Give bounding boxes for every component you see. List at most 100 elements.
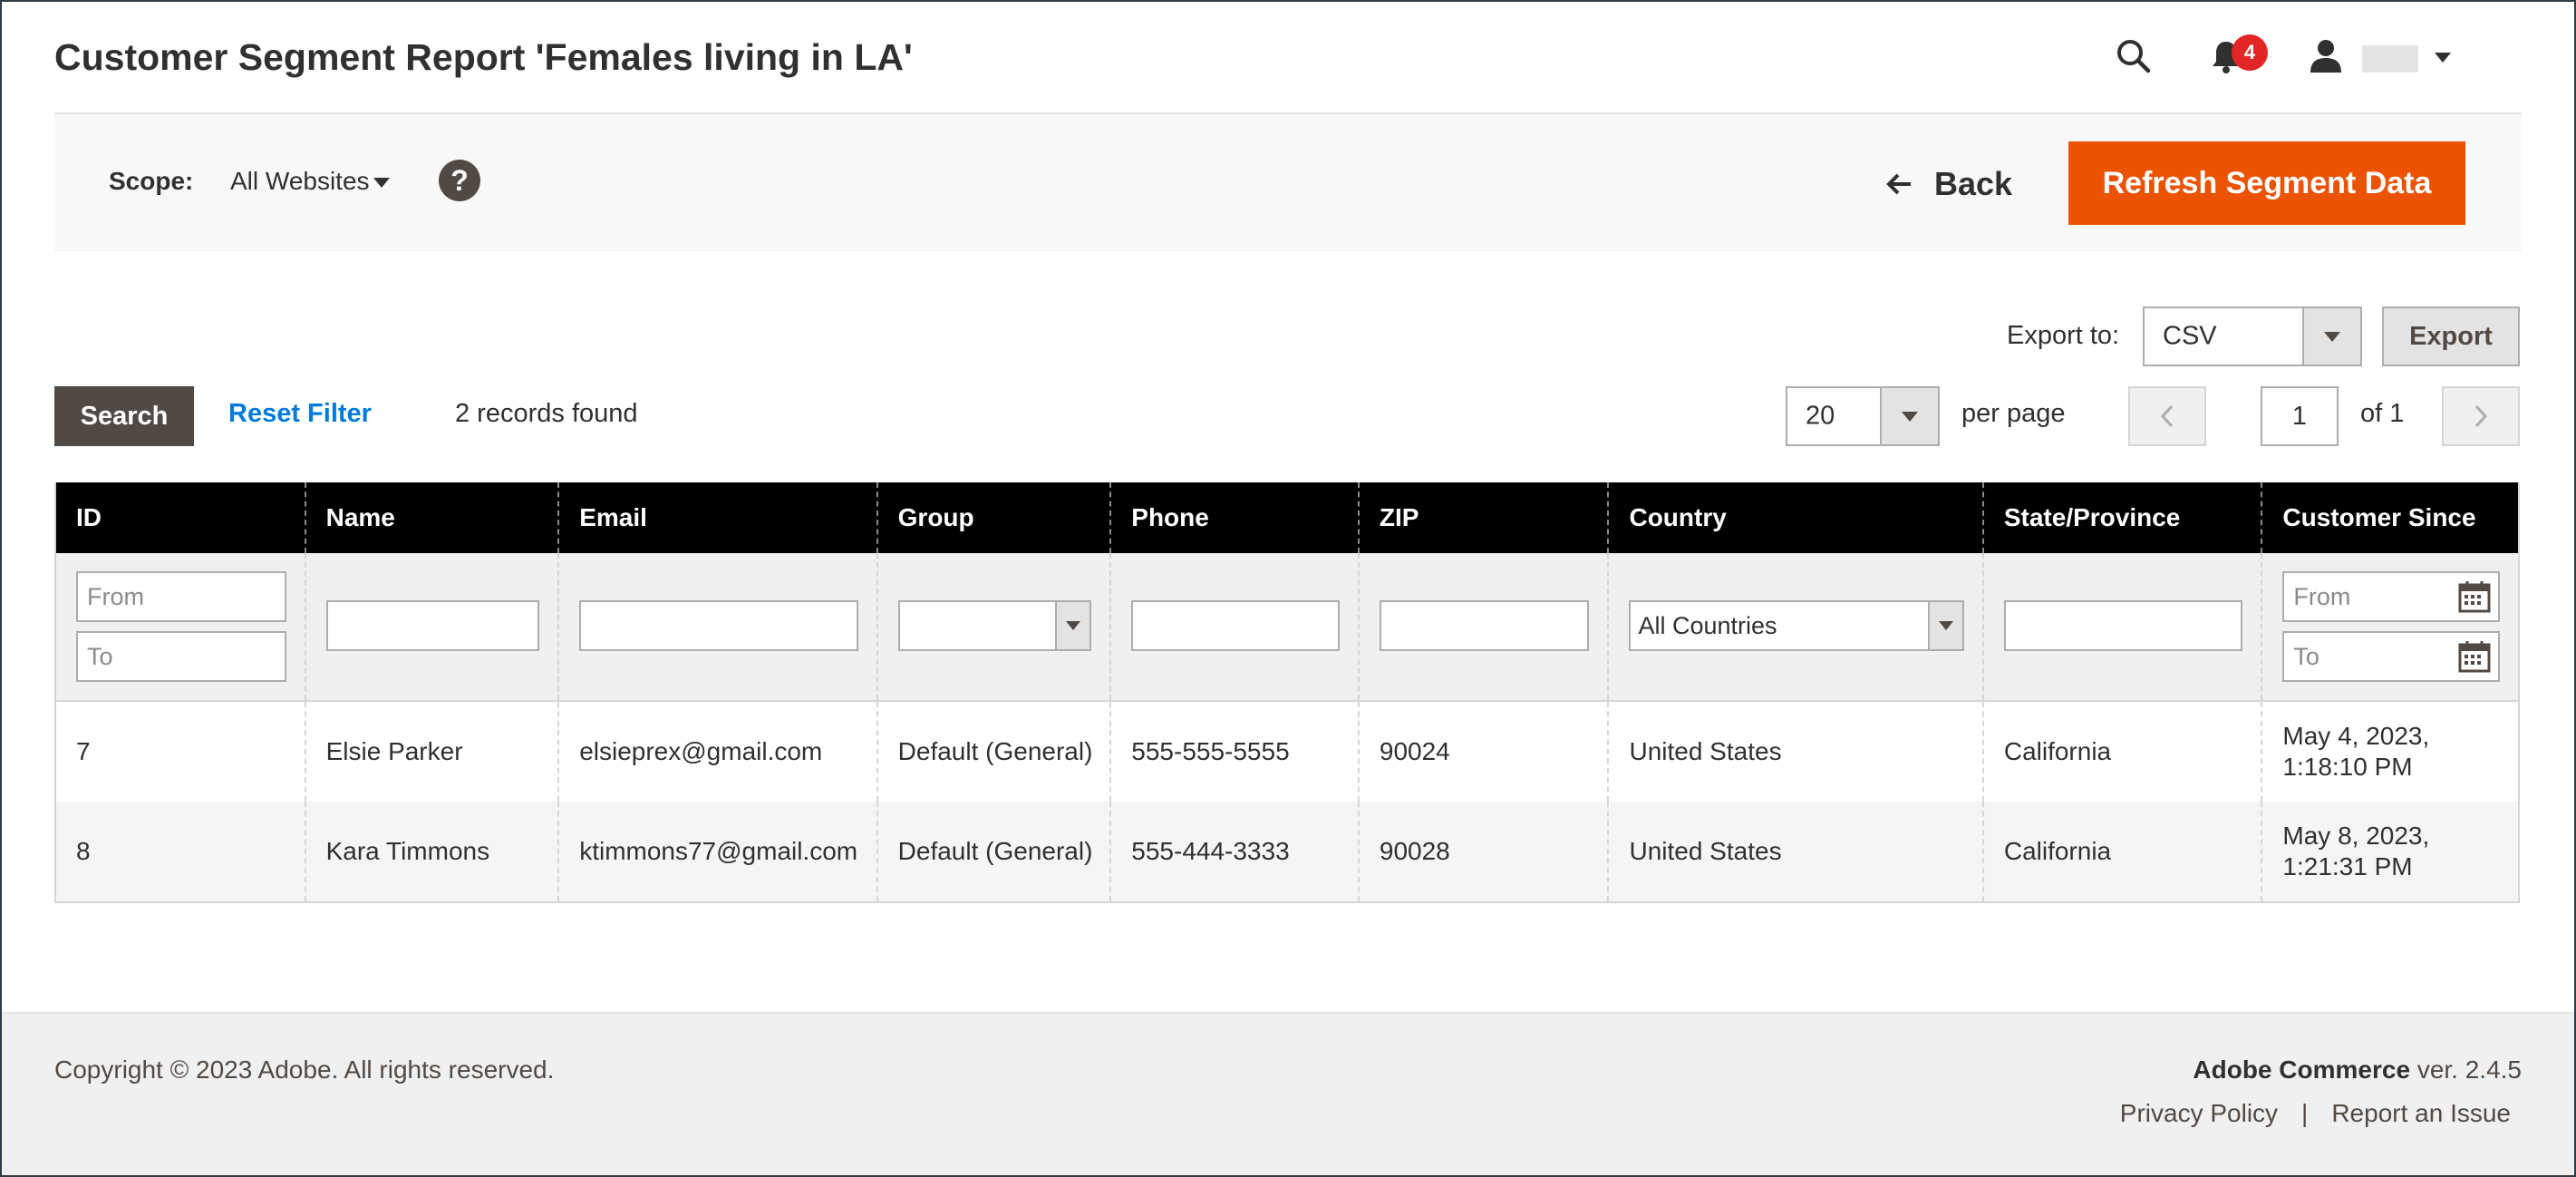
- per-page-select[interactable]: 20: [1786, 386, 1940, 446]
- cell-phone: 555-444-3333: [1109, 802, 1358, 901]
- table-row[interactable]: 8 Kara Timmons ktimmons77@gmail.com Defa…: [56, 802, 2518, 901]
- calendar-icon[interactable]: [2456, 638, 2493, 675]
- filter-cell-id: From To: [56, 553, 305, 700]
- column-header-country[interactable]: Country: [1607, 482, 1981, 553]
- cell-country: United States: [1607, 702, 1981, 802]
- since-time: 1:18:10 PM: [2282, 753, 2413, 781]
- cell-name: Elsie Parker: [304, 702, 558, 802]
- filter-cell-country: All Countries: [1607, 553, 1981, 700]
- column-header-zip[interactable]: ZIP: [1357, 482, 1608, 553]
- cell-phone: 555-555-5555: [1109, 702, 1358, 802]
- phone-filter-input[interactable]: [1131, 600, 1340, 651]
- column-header-state[interactable]: State/Province: [1981, 482, 2261, 553]
- chevron-down-icon[interactable]: [1055, 602, 1090, 649]
- privacy-policy-link[interactable]: Privacy Policy: [2120, 1099, 2278, 1128]
- since-to-input[interactable]: To: [2282, 631, 2500, 682]
- records-found-count: 2 records found: [455, 399, 638, 428]
- chevron-right-icon: [2474, 404, 2488, 428]
- user-icon[interactable]: [2304, 34, 2348, 78]
- filter-cell-phone: [1109, 553, 1358, 700]
- state-filter-input[interactable]: [2003, 600, 2243, 651]
- column-header-group[interactable]: Group: [876, 482, 1110, 553]
- refresh-segment-data-button[interactable]: Refresh Segment Data: [2068, 141, 2465, 225]
- since-date: May 4, 2023,: [2282, 722, 2430, 750]
- column-header-id[interactable]: ID: [56, 482, 305, 553]
- previous-page-button[interactable]: [2128, 386, 2206, 446]
- since-from-placeholder: From: [2293, 583, 2351, 610]
- filter-cell-email: [557, 553, 876, 700]
- cell-email: ktimmons77@gmail.com: [557, 802, 876, 901]
- scope-label: Scope:: [109, 167, 194, 195]
- reset-filter-link[interactable]: Reset Filter: [228, 399, 372, 429]
- since-time: 1:21:31 PM: [2282, 852, 2413, 880]
- name-filter-input[interactable]: [325, 600, 540, 651]
- filter-cell-zip: [1357, 553, 1608, 700]
- chevron-down-icon[interactable]: [2435, 53, 2451, 63]
- version-info: Adobe Commerce ver. 2.4.5: [2193, 1055, 2522, 1085]
- cell-id: 8: [76, 837, 91, 865]
- search-icon[interactable]: [2112, 34, 2155, 78]
- column-header-customer-since[interactable]: Customer Since: [2261, 482, 2518, 553]
- page-footer: Copyright © 2023 Adobe. All rights reser…: [2, 1012, 2574, 1175]
- footer-separator: |: [2301, 1099, 2309, 1127]
- help-icon[interactable]: ?: [439, 160, 480, 201]
- table-row[interactable]: 7 Elsie Parker elsieprex@gmail.com Defau…: [56, 702, 2518, 802]
- export-format-value: CSV: [2163, 321, 2217, 351]
- column-header-email[interactable]: Email: [557, 482, 876, 553]
- export-format-select[interactable]: CSV: [2143, 306, 2362, 366]
- country-filter-value: All Countries: [1638, 612, 1777, 639]
- cell-country: United States: [1607, 802, 1981, 901]
- product-name: Adobe Commerce: [2193, 1055, 2411, 1084]
- filter-row: From To All Countries From To: [56, 553, 2518, 702]
- grid-header-row: ID Name Email Group Phone ZIP Country St…: [56, 482, 2518, 553]
- cell-group: Default (General): [876, 702, 1110, 802]
- chevron-down-icon[interactable]: [1927, 602, 1962, 649]
- cell-zip: 90028: [1357, 802, 1608, 901]
- cell-customer-since: May 4, 2023, 1:18:10 PM: [2261, 702, 2518, 802]
- user-name-placeholder[interactable]: [2362, 45, 2418, 73]
- calendar-icon[interactable]: [2456, 579, 2493, 615]
- since-to-placeholder: To: [2293, 643, 2319, 670]
- cell-name: Kara Timmons: [304, 802, 558, 901]
- back-button[interactable]: Back: [1885, 161, 2012, 207]
- id-from-input[interactable]: From: [76, 571, 286, 622]
- column-header-phone[interactable]: Phone: [1109, 482, 1358, 553]
- scope-switcher[interactable]: All Websites: [230, 167, 370, 196]
- cell-state: California: [1981, 802, 2261, 901]
- chevron-down-icon[interactable]: [373, 178, 390, 188]
- cell-state: California: [1981, 702, 2261, 802]
- customer-grid: ID Name Email Group Phone ZIP Country St…: [54, 482, 2520, 903]
- search-button[interactable]: Search: [54, 386, 194, 446]
- since-from-input[interactable]: From: [2282, 571, 2500, 622]
- arrow-left-icon: [1886, 173, 1911, 195]
- since-date: May 8, 2023,: [2282, 822, 2430, 850]
- group-filter-select[interactable]: [897, 600, 1092, 651]
- filter-cell-state: [1981, 553, 2261, 700]
- notification-badge[interactable]: 4: [2232, 34, 2268, 71]
- cell-customer-since: May 8, 2023, 1:21:31 PM: [2261, 802, 2518, 901]
- cell-group: Default (General): [876, 802, 1110, 901]
- next-page-button[interactable]: [2442, 386, 2520, 446]
- report-issue-link[interactable]: Report an Issue: [2331, 1099, 2511, 1128]
- version-number: ver. 2.4.5: [2416, 1055, 2522, 1084]
- filter-cell-customer-since: From To: [2261, 553, 2518, 700]
- email-filter-input[interactable]: [579, 600, 858, 651]
- copyright-text: Copyright © 2023 Adobe. All rights reser…: [54, 1055, 555, 1084]
- column-header-name[interactable]: Name: [304, 482, 558, 553]
- scope-bar: Scope: All Websites ? Back Refresh Segme…: [54, 114, 2522, 252]
- cell-zip: 90024: [1357, 702, 1608, 802]
- per-page-label: per page: [1961, 399, 2066, 428]
- id-to-input[interactable]: To: [76, 631, 286, 682]
- export-label: Export to:: [2007, 321, 2120, 350]
- export-button[interactable]: Export: [2382, 306, 2520, 366]
- chevron-left-icon: [2160, 404, 2174, 428]
- country-filter-select[interactable]: All Countries: [1629, 600, 1964, 651]
- filter-cell-group: [876, 553, 1110, 700]
- page-number-input[interactable]: 1: [2261, 386, 2339, 446]
- back-label: Back: [1934, 165, 2013, 202]
- per-page-value: 20: [1806, 401, 1835, 431]
- chevron-down-icon[interactable]: [1880, 388, 1938, 444]
- zip-filter-input[interactable]: [1379, 600, 1590, 651]
- chevron-down-icon[interactable]: [2302, 308, 2360, 365]
- page-total: of 1: [2360, 399, 2405, 428]
